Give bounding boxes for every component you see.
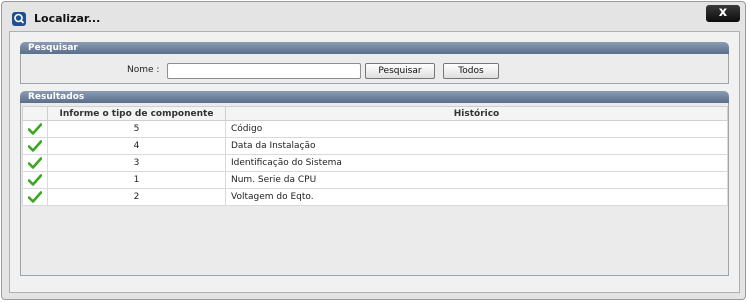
row-code: 4 xyxy=(47,137,226,155)
todos-button[interactable]: Todos xyxy=(443,63,499,79)
nome-input[interactable] xyxy=(167,63,361,79)
nome-label: Nome : xyxy=(127,65,160,75)
window-title: Localizar... xyxy=(34,12,101,25)
table-row[interactable]: 1 Num. Serie da CPU xyxy=(22,171,728,189)
table-row[interactable]: 2 Voltagem do Eqto. xyxy=(22,188,728,206)
check-icon[interactable] xyxy=(22,188,48,206)
row-historico: Num. Serie da CPU xyxy=(225,171,728,189)
results-panel-header: Resultados xyxy=(20,91,729,103)
close-button[interactable]: x xyxy=(706,5,740,22)
column-header-historico: Histórico xyxy=(225,106,728,121)
check-icon[interactable] xyxy=(22,154,48,172)
table-row[interactable]: 3 Identificação do Sistema xyxy=(22,154,728,172)
table-row[interactable]: 4 Data da Instalação xyxy=(22,137,728,155)
row-code: 1 xyxy=(47,171,226,189)
check-icon[interactable] xyxy=(22,171,48,189)
row-historico: Voltagem do Eqto. xyxy=(225,188,728,206)
results-table: Informe o tipo de componente Histórico 5… xyxy=(22,106,728,206)
row-code: 5 xyxy=(47,120,226,138)
column-header-select xyxy=(22,106,48,121)
row-historico: Identificação do Sistema xyxy=(225,154,728,172)
title-bar: Localizar... x xyxy=(2,2,745,34)
check-icon[interactable] xyxy=(22,120,48,138)
localizar-dialog: Localizar... x Pesquisar Nome : Pesquisa… xyxy=(1,1,746,300)
search-panel: Nome : Pesquisar Todos xyxy=(20,54,729,84)
row-historico: Data da Instalação xyxy=(225,137,728,155)
check-icon[interactable] xyxy=(22,137,48,155)
search-panel-header: Pesquisar xyxy=(20,42,729,54)
row-code: 2 xyxy=(47,188,226,206)
search-window-icon xyxy=(11,11,27,27)
dialog-content: Pesquisar Nome : Pesquisar Todos Resulta… xyxy=(9,31,740,293)
column-header-tipo: Informe o tipo de componente xyxy=(47,106,226,121)
row-code: 3 xyxy=(47,154,226,172)
pesquisar-button[interactable]: Pesquisar xyxy=(365,63,435,79)
table-row[interactable]: 5 Código xyxy=(22,120,728,138)
table-header-row: Informe o tipo de componente Histórico xyxy=(22,106,728,121)
results-panel: Informe o tipo de componente Histórico 5… xyxy=(20,103,729,276)
row-historico: Código xyxy=(225,120,728,138)
